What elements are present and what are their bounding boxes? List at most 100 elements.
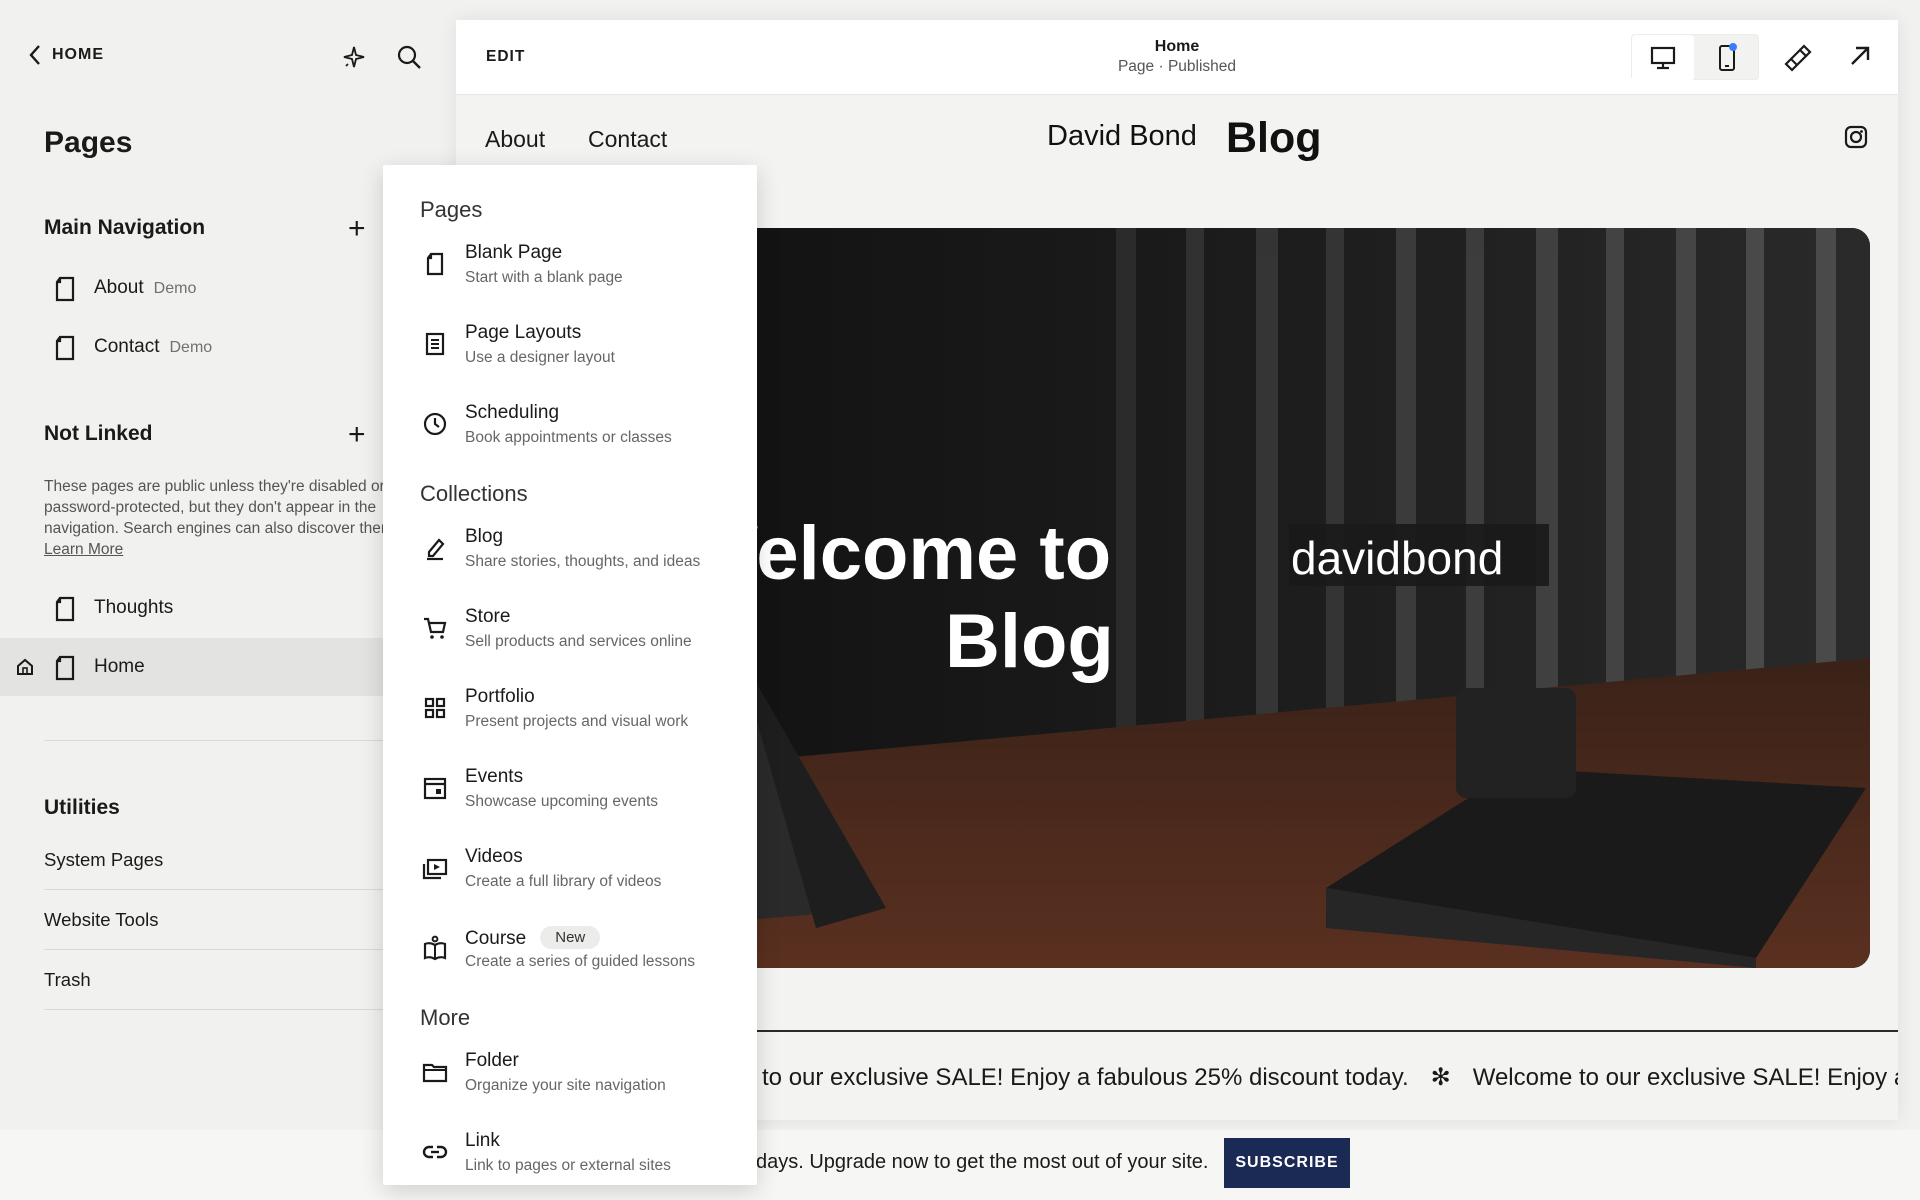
page-icon xyxy=(55,596,75,622)
menu-item-events[interactable]: Events Showcase upcoming events xyxy=(383,766,757,838)
divider xyxy=(44,949,384,950)
utility-trash[interactable]: Trash xyxy=(44,969,91,991)
utilities-heading: Utilities xyxy=(44,796,120,819)
learn-more-link[interactable]: Learn More xyxy=(44,541,123,558)
menu-item-title: Scheduling xyxy=(465,402,560,423)
menu-item-desc: Use a designer layout xyxy=(465,349,615,366)
menu-item-desc: Share stories, thoughts, and ideas xyxy=(465,553,701,570)
sidebar-item-label: Contact xyxy=(94,336,160,357)
menu-item-blank-page[interactable]: Blank Page Start with a blank page xyxy=(383,242,757,314)
divider xyxy=(44,740,384,741)
desktop-icon xyxy=(1650,46,1676,70)
menu-item-title-text: Course xyxy=(465,928,527,949)
site-name[interactable]: David Bond xyxy=(1047,120,1197,153)
sidebar-item-contact[interactable]: Contact Demo xyxy=(0,318,390,376)
page-icon xyxy=(55,276,75,302)
folder-icon xyxy=(422,1063,448,1083)
not-linked-note: These pages are public unless they're di… xyxy=(44,476,404,560)
utility-website-tools[interactable]: Website Tools xyxy=(44,909,159,931)
mobile-icon xyxy=(1719,43,1737,71)
menu-item-page-layouts[interactable]: Page Layouts Use a designer layout xyxy=(383,322,757,394)
back-home-button[interactable]: HOME xyxy=(28,44,104,66)
demo-tag: Demo xyxy=(153,280,197,297)
sidebar-item-thoughts[interactable]: Thoughts xyxy=(0,579,390,637)
add-main-nav-page-button[interactable]: + xyxy=(348,214,366,244)
open-external-icon[interactable] xyxy=(1848,44,1872,73)
editor-topbar: EDIT Home Page · Published xyxy=(456,20,1898,95)
menu-item-title: Page Layouts xyxy=(465,322,582,343)
pen-icon xyxy=(427,538,445,561)
calendar-icon xyxy=(423,777,447,800)
menu-item-title: Folder xyxy=(465,1050,519,1071)
instagram-icon[interactable] xyxy=(1844,125,1868,154)
menu-item-desc: Book appointments or classes xyxy=(465,429,672,446)
menu-item-desc: Present projects and visual work xyxy=(465,713,689,730)
sidebar-item-label: About xyxy=(94,277,144,298)
menu-item-link[interactable]: Link Link to pages or external sites xyxy=(383,1130,757,1185)
grid-icon xyxy=(424,697,446,719)
menu-item-folder[interactable]: Folder Organize your site navigation xyxy=(383,1050,757,1122)
desktop-view-button[interactable] xyxy=(1632,35,1694,81)
menu-item-course[interactable]: Course New Create a series of guided less… xyxy=(383,926,757,998)
page-icon xyxy=(55,655,75,681)
menu-item-blog[interactable]: Blog Share stories, thoughts, and ideas xyxy=(383,526,757,598)
sidebar-item-label: Home xyxy=(94,656,145,677)
page-icon xyxy=(55,335,75,361)
menu-item-desc: Showcase upcoming events xyxy=(465,793,659,810)
menu-item-desc: Create a series of guided lessons xyxy=(465,953,696,970)
search-icon[interactable] xyxy=(396,44,422,77)
menu-collections-heading: Collections xyxy=(420,481,528,506)
menu-item-desc: Start with a blank page xyxy=(465,269,623,286)
menu-item-videos[interactable]: Videos Create a full library of videos xyxy=(383,846,757,918)
marquee-text-repeat: Welcome to our exclusive SALE! Enjoy a f… xyxy=(1472,1064,1898,1091)
menu-item-title: Blank Page xyxy=(465,242,563,263)
not-linked-heading: Not Linked xyxy=(44,422,153,445)
sidebar-item-label: Thoughts xyxy=(94,597,174,618)
utility-system-pages[interactable]: System Pages xyxy=(44,849,163,871)
menu-item-scheduling[interactable]: Scheduling Book appointments or classes xyxy=(383,402,757,474)
back-home-label: HOME xyxy=(52,46,104,63)
video-icon xyxy=(422,858,448,880)
menu-item-title: Blog xyxy=(465,526,504,547)
mobile-view-button[interactable] xyxy=(1696,35,1758,81)
trial-banner-text: days. Upgrade now to get the most out of… xyxy=(756,1151,1209,1173)
home-icon xyxy=(17,658,33,675)
main-navigation-heading: Main Navigation xyxy=(44,216,206,239)
menu-more-heading: More xyxy=(420,1005,471,1030)
menu-item-desc: Sell products and services online xyxy=(465,633,692,650)
site-section-title: Blog xyxy=(1226,114,1322,162)
announcement-marquee: e to our exclusive SALE! Enjoy a fabulou… xyxy=(742,1063,1898,1092)
menu-item-portfolio[interactable]: Portfolio Present projects and visual wo… xyxy=(383,686,757,758)
marquee-text: e to our exclusive SALE! Enjoy a fabulou… xyxy=(742,1064,1409,1091)
clock-icon xyxy=(423,412,447,436)
marquee-separator: ✻ xyxy=(1430,1064,1451,1091)
sidebar-item-home[interactable]: Home xyxy=(0,638,390,696)
design-brush-icon[interactable] xyxy=(1782,44,1812,79)
menu-pages-heading: Pages xyxy=(420,197,483,222)
menu-item-title: Link xyxy=(465,1130,500,1151)
menu-item-title: Events xyxy=(465,766,524,787)
book-icon xyxy=(423,935,447,961)
menu-item-title: Store xyxy=(465,606,511,627)
page-layouts-icon xyxy=(425,332,445,356)
device-toggle xyxy=(1631,34,1759,81)
menu-item-title: Course New xyxy=(465,926,601,950)
add-not-linked-page-button[interactable]: + xyxy=(348,420,366,450)
site-nav-contact[interactable]: Contact xyxy=(588,126,667,153)
divider xyxy=(44,889,384,890)
sidebar-item-about[interactable]: About Demo xyxy=(0,259,390,317)
demo-tag: Demo xyxy=(169,339,213,356)
site-nav-about[interactable]: About xyxy=(485,126,545,153)
pages-sidebar: HOME Pages Main Navigation + About Demo C… xyxy=(0,0,440,1200)
menu-item-desc: Link to pages or external sites xyxy=(465,1157,671,1174)
menu-item-title: Portfolio xyxy=(465,686,535,707)
hero-line2: Blog xyxy=(945,599,1114,684)
menu-item-store[interactable]: Store Sell products and services online xyxy=(383,606,757,678)
link-icon xyxy=(422,1145,448,1159)
pages-title: Pages xyxy=(44,126,133,159)
not-linked-note-text: These pages are public unless they're di… xyxy=(44,478,399,537)
blank-page-icon xyxy=(426,252,444,276)
menu-item-desc: Organize your site navigation xyxy=(465,1077,666,1094)
sparkle-ai-icon[interactable] xyxy=(340,44,368,77)
subscribe-button[interactable]: SUBSCRIBE xyxy=(1224,1138,1350,1188)
